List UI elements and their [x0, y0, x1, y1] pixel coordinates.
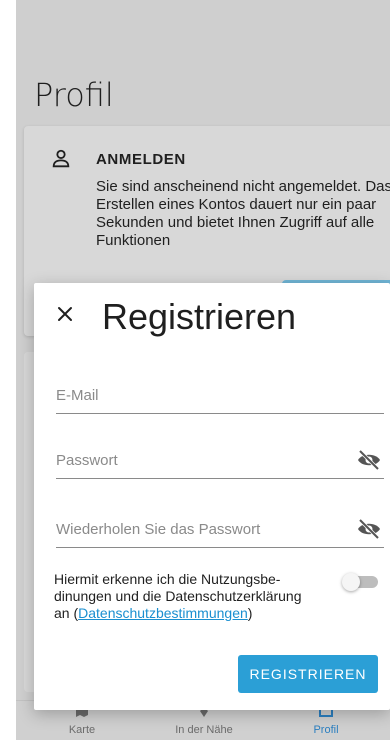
- consent-toggle[interactable]: [342, 573, 380, 591]
- login-description: Sie sind anscheinend nicht angemeldet. D…: [96, 178, 390, 249]
- password-repeat-input[interactable]: [56, 512, 336, 546]
- nav-label: In der Nähe: [175, 724, 233, 736]
- nav-label: Profil: [313, 724, 339, 736]
- register-dialog: Registrieren Hiermit erkenne ich die Nut…: [34, 283, 390, 710]
- password-repeat-field: [56, 512, 384, 548]
- login-heading: ANMELDEN: [96, 151, 186, 168]
- close-icon: [58, 307, 72, 321]
- consent-suffix: ): [247, 605, 253, 621]
- dialog-title: Registrieren: [102, 296, 297, 337]
- close-button[interactable]: [52, 301, 78, 327]
- eye-off-icon: [358, 449, 380, 471]
- person-icon: [52, 149, 70, 168]
- password-field: [56, 443, 384, 479]
- left-gutter: [0, 0, 16, 740]
- privacy-policy-link[interactable]: Datenschutzbestimmungen: [78, 605, 248, 621]
- consent-text: Hiermit erkenne ich die Nutzungsbe-dinun…: [54, 571, 316, 622]
- nav-label: Karte: [68, 724, 96, 736]
- register-button[interactable]: REGISTRIEREN: [238, 655, 378, 693]
- email-input[interactable]: [56, 378, 336, 412]
- toggle-password-repeat-visibility[interactable]: [356, 518, 382, 540]
- toggle-password-visibility[interactable]: [356, 449, 382, 471]
- password-input[interactable]: [56, 443, 336, 477]
- email-field: [56, 378, 384, 414]
- toggle-thumb: [342, 573, 360, 591]
- eye-off-icon: [358, 518, 380, 540]
- page-title: Profil: [34, 76, 114, 114]
